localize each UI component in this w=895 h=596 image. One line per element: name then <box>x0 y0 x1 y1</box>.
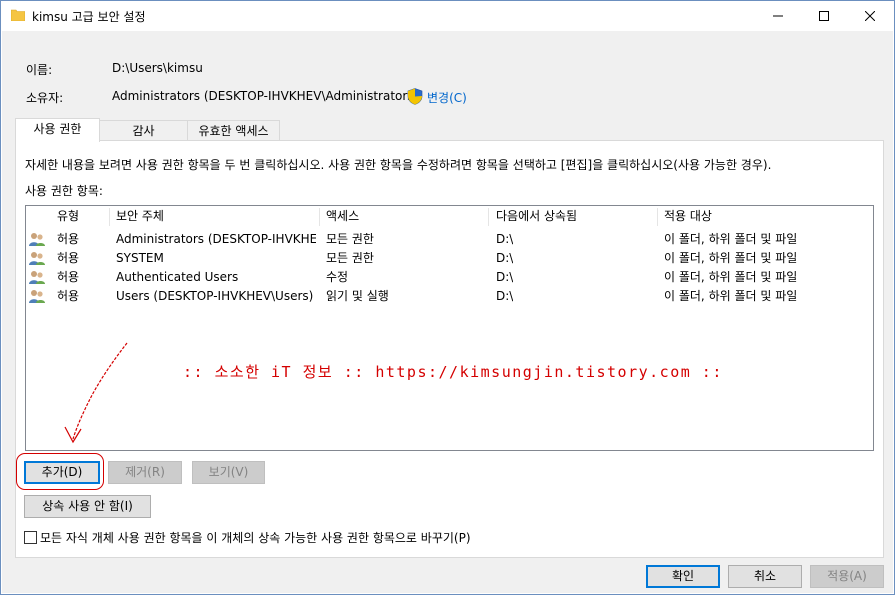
tab-label: 사용 권한 <box>33 122 82 136</box>
annotation-arrow-icon <box>64 342 128 444</box>
tab-permissions[interactable]: 사용 권한 <box>15 118 100 142</box>
advanced-security-window: kimsu 고급 보안 설정 이름: D:\Users\kimsu 소유자: A… <box>0 0 895 595</box>
